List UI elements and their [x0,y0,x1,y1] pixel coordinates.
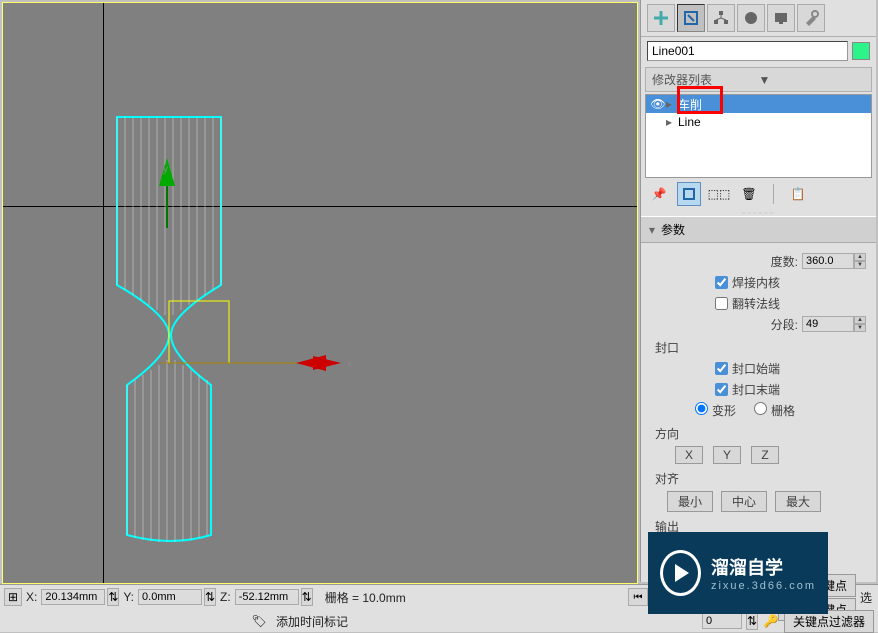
grid-label: 栅格 = 10.0mm [323,589,408,606]
chevron-down-icon: ▼ [759,73,866,87]
hierarchy-tab[interactable] [707,4,735,32]
expand-icon[interactable]: ▸ [666,97,678,111]
modifier-stack-item-line[interactable]: ▸ Line [646,113,871,131]
align-heading: 对齐 [655,470,866,487]
y-input[interactable] [138,589,202,605]
flip-normals-checkbox[interactable] [715,297,728,310]
axis-y-button[interactable]: Y [713,446,741,464]
svg-text:x: x [347,359,352,370]
modifier-stack-item-lathe[interactable]: 👁 ▸ 车削 [646,95,871,113]
pin-stack-button[interactable]: 📌 [647,182,671,206]
rollout-title: 参数 [661,221,685,238]
set-key-big-button[interactable]: ＋ [744,583,772,611]
prev-frame-button[interactable]: ◂▮ [650,588,670,606]
cap-morph-radio[interactable] [695,402,708,415]
modifier-label: 车削 [678,96,702,113]
x-input[interactable] [41,589,105,605]
create-tab[interactable] [647,4,675,32]
z-spinner[interactable]: ⇅ [301,588,313,606]
configure-sets-button[interactable]: 📋 [786,182,810,206]
y-label: Y: [121,590,136,604]
make-unique-button[interactable]: ⬚⬚ [707,182,731,206]
visibility-icon[interactable]: 👁 [650,97,666,111]
modifier-label: Line [678,115,701,129]
degrees-label: 度数: [742,253,802,270]
align-min-button[interactable]: 最小 [667,491,713,512]
parameters-rollout-body: 度数: ▲▼ 焊接内核 翻转法线 分段: ▲▼ [641,243,876,582]
direction-heading: 方向 [655,425,866,442]
x-spinner[interactable]: ⇅ [107,588,119,606]
frame-input[interactable] [702,613,742,629]
segments-spinner[interactable]: ▲▼ [802,316,866,332]
gizmo-y-axis[interactable]: y [157,158,177,228]
selected-label: 选 [858,589,874,606]
display-tab[interactable] [767,4,795,32]
z-input[interactable] [235,589,299,605]
cap-heading: 封口 [655,339,866,356]
modifier-stack[interactable]: 👁 ▸ 车削 ▸ Line [645,94,872,178]
command-panel-tabs [641,0,876,37]
axis-x-button[interactable]: X [675,446,703,464]
modify-tab[interactable] [677,4,705,32]
svg-text:y: y [163,164,168,175]
time-controls: ⏮ ◂▮ ▶ ▮▸ ⏭ [628,588,736,606]
play-button[interactable]: ▶ [672,588,692,606]
align-center-button[interactable]: 中心 [721,491,767,512]
frame-spinner[interactable]: ⇅ [746,612,758,630]
next-frame-button[interactable]: ▮▸ [694,588,714,606]
viewport[interactable]: y x [2,2,638,584]
cap-grid-radio[interactable] [754,402,767,415]
add-time-tag-label[interactable]: 添加时间标记 [274,613,350,630]
time-tag-icon[interactable]: 🏷 [250,612,268,630]
modifier-list-label: 修改器列表 [652,71,759,88]
lock-selection-icon[interactable]: ⊞ [4,588,22,606]
modifier-list-dropdown[interactable]: 修改器列表 ▼ [645,67,872,92]
utilities-tab[interactable] [797,4,825,32]
key-mode-icon[interactable]: 🔑 [762,612,780,630]
cap-start-checkbox[interactable] [715,362,728,375]
output-heading: 输出 [655,518,866,535]
weld-core-checkbox[interactable] [715,276,728,289]
cap-end-checkbox[interactable] [715,383,728,396]
command-panel: 修改器列表 ▼ 👁 ▸ 车削 ▸ Line 📌 ⬚⬚ [640,0,876,582]
auto-key-button[interactable]: 自动关键点 [778,574,856,597]
x-label: X: [24,590,39,604]
show-end-result-button[interactable] [677,182,701,206]
status-bar: ⊞ X: ⇅ Y: ⇅ Z: ⇅ 栅格 = 10.0mm ⏮ ◂▮ ▶ ▮▸ ⏭… [0,584,878,632]
goto-end-button[interactable]: ⏭ [716,588,736,606]
key-filters-button[interactable]: 关键点过滤器 [784,610,874,633]
remove-modifier-button[interactable]: 🗑 [737,182,761,206]
goto-start-button[interactable]: ⏮ [628,588,648,606]
gizmo-x-axis[interactable]: x [161,355,361,375]
modifier-stack-toolbar: 📌 ⬚⬚ 🗑 📋 [641,178,876,210]
object-name-input[interactable] [647,41,848,61]
motion-tab[interactable] [737,4,765,32]
object-color-swatch[interactable] [852,42,870,60]
caret-down-icon: ▾ [649,223,661,237]
degrees-spinner[interactable]: ▲▼ [802,253,866,269]
y-spinner[interactable]: ⇅ [204,588,216,606]
axis-z-button[interactable]: Z [751,446,779,464]
z-label: Z: [218,590,233,604]
align-max-button[interactable]: 最大 [775,491,821,512]
segments-label: 分段: [742,316,802,333]
parameters-rollout-header[interactable]: ▾ 参数 [641,216,876,243]
expand-icon[interactable]: ▸ [666,115,678,129]
